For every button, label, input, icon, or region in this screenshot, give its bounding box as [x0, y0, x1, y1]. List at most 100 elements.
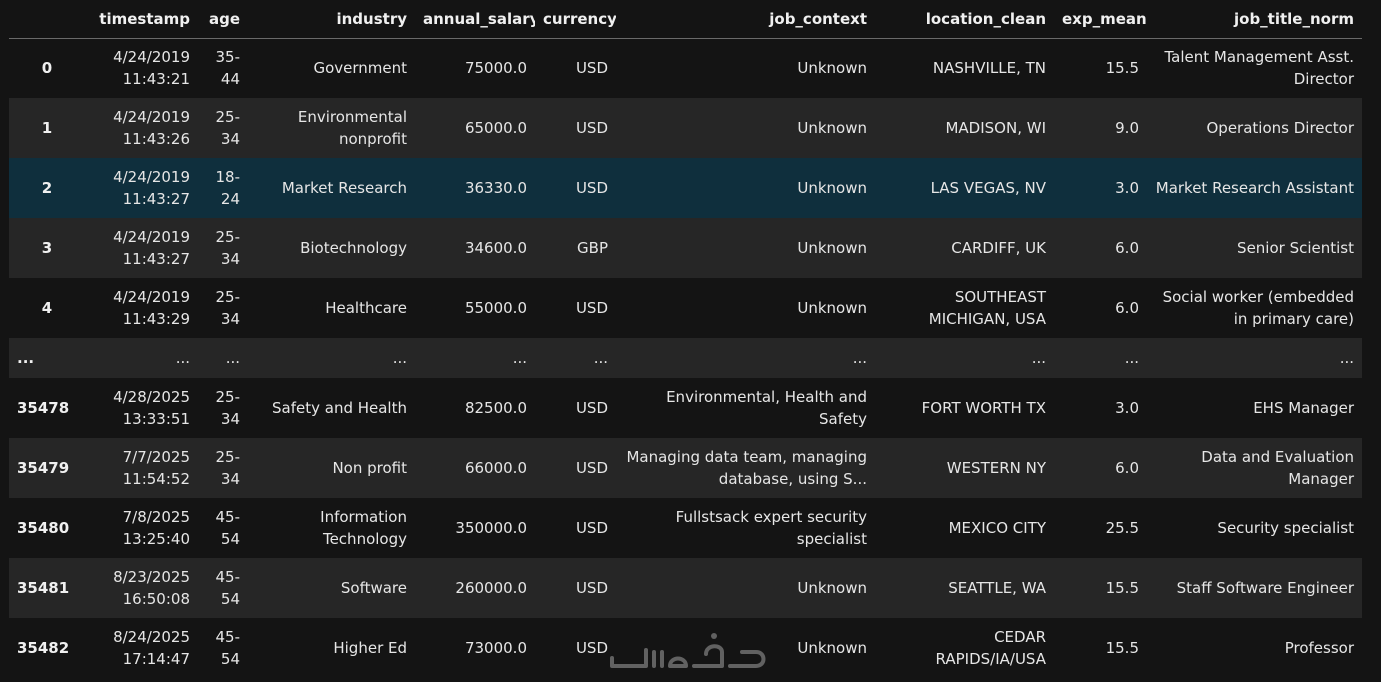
cell-job-title-norm: Operations Director: [1206, 119, 1355, 137]
cell-location-clean: ...: [1031, 349, 1046, 367]
column-header-index: [9, 0, 85, 39]
cell-age: 45-54: [215, 628, 241, 668]
cell-annual-salary: 82500.0: [464, 399, 527, 417]
cell-job-title-norm: EHS Manager: [1253, 399, 1354, 417]
table-header: timestamp age industry annual_salary currenc…: [9, 0, 1362, 39]
cell-currency: USD: [575, 459, 608, 477]
cell-age: 35-44: [215, 48, 241, 89]
table-row: 35479 7/7/2025 11:54:52 25-34 Non profit 660…: [9, 438, 1362, 498]
cell-timestamp: 4/28/2025 13:33:51: [113, 388, 190, 428]
cell-annual-salary: 65000.0: [464, 119, 527, 137]
cell-annual-salary: 36330.0: [464, 179, 527, 197]
cell-age: 25-34: [215, 288, 241, 328]
cell-job-title-norm: Senior Scientist: [1237, 239, 1354, 257]
cell-location-clean: SOUTHEAST MICHIGAN, USA: [928, 288, 1046, 328]
cell-job-title-norm: Talent Management Asst. Director: [1164, 48, 1354, 89]
cell-timestamp: 4/24/2019 11:43:26: [113, 108, 190, 148]
cell-location-clean: WESTERN NY: [946, 459, 1046, 477]
cell-timestamp: 7/7/2025 11:54:52: [122, 448, 190, 488]
cell-timestamp: 8/24/2025 17:14:47: [113, 628, 190, 668]
row-index: 35480: [17, 519, 70, 537]
cell-job-title-norm: ...: [1339, 349, 1354, 367]
cell-job-title-norm: Security specialist: [1217, 519, 1354, 537]
cell-currency: USD: [575, 399, 608, 417]
cell-currency: USD: [575, 299, 608, 317]
cell-job-context: Unknown: [797, 179, 867, 197]
cell-currency: USD: [575, 179, 608, 197]
column-header-timestamp: timestamp: [85, 0, 198, 39]
row-index: 1: [41, 119, 53, 137]
cell-job-title-norm: Social worker (embedded in primary care): [1162, 288, 1354, 328]
cell-age: 45-54: [215, 508, 241, 548]
cell-job-context: Unknown: [797, 119, 867, 137]
header-row: timestamp age industry annual_salary currenc…: [9, 0, 1362, 39]
cell-industry: ...: [392, 349, 407, 367]
cell-currency: USD: [575, 119, 608, 137]
cell-currency: ...: [593, 349, 608, 367]
column-header-location-clean: location_clean: [875, 0, 1054, 39]
row-index: 35479: [17, 459, 70, 477]
column-header-exp-mean: exp_mean: [1054, 0, 1147, 39]
column-header-age: age: [198, 0, 248, 39]
row-index: 3: [41, 239, 53, 257]
cell-annual-salary: 66000.0: [464, 459, 527, 477]
cell-age: 25-34: [215, 448, 241, 488]
cell-exp-mean: 6.0: [1115, 239, 1139, 257]
cell-industry: Healthcare: [325, 299, 407, 317]
cell-age: 18-24: [215, 168, 241, 208]
cell-currency: USD: [575, 579, 608, 597]
cell-currency: GBP: [577, 239, 608, 257]
cell-industry: Biotechnology: [300, 239, 407, 257]
cell-timestamp: ...: [175, 349, 190, 367]
ellipsis-row: ..............................: [9, 338, 1362, 378]
cell-exp-mean: 3.0: [1115, 179, 1139, 197]
table-row: 35480 7/8/2025 13:25:40 45-54 Information T…: [9, 498, 1362, 558]
cell-currency: USD: [575, 59, 608, 78]
cell-job-title-norm: Market Research Assistant: [1155, 179, 1354, 197]
cell-job-context: Unknown: [797, 579, 867, 597]
cell-annual-salary: 73000.0: [464, 639, 527, 657]
cell-industry: Information Technology: [320, 508, 407, 548]
cell-location-clean: CARDIFF, UK: [951, 239, 1046, 257]
cell-exp-mean: 6.0: [1115, 299, 1139, 317]
cell-job-title-norm: Data and Evaluation Manager: [1201, 448, 1354, 488]
cell-exp-mean: 15.5: [1105, 59, 1139, 78]
column-header-industry: industry: [248, 0, 415, 39]
cell-annual-salary: 260000.0: [455, 579, 527, 597]
cell-currency: USD: [575, 639, 608, 657]
table-row: 1 4/24/2019 11:43:26 25-34 Environmental no…: [9, 98, 1362, 158]
row-index: 35478: [17, 399, 70, 417]
column-header-currency: currency: [535, 0, 616, 39]
column-header-annual-salary: annual_salary: [415, 0, 535, 39]
table-row: 35478 4/28/2025 13:33:51 25-34 Safety and H…: [9, 378, 1362, 438]
cell-annual-salary: 350000.0: [455, 519, 527, 537]
cell-exp-mean: 3.0: [1115, 399, 1139, 417]
cell-age: 45-54: [215, 568, 241, 608]
column-header-job-title-norm: job_title_norm: [1147, 0, 1362, 39]
cell-industry: Market Research: [281, 179, 407, 197]
cell-job-title-norm: Staff Software Engineer: [1176, 579, 1354, 597]
cell-annual-salary: 75000.0: [464, 59, 527, 78]
cell-timestamp: 7/8/2025 13:25:40: [122, 508, 190, 548]
cell-age: ...: [225, 349, 240, 367]
row-index: 35482: [17, 639, 70, 657]
table-body: 0 4/24/2019 11:43:21 35-44 Government 75000.…: [9, 38, 1362, 678]
cell-location-clean: NASHVILLE, TN: [932, 59, 1046, 78]
cell-location-clean: LAS VEGAS, NV: [930, 179, 1046, 197]
cell-job-context: Unknown: [797, 239, 867, 257]
cell-annual-salary: ...: [512, 349, 527, 367]
cell-location-clean: MADISON, WI: [945, 119, 1046, 137]
cell-timestamp: 4/24/2019 11:43:27: [113, 168, 190, 208]
cell-job-title-norm: Professor: [1284, 639, 1354, 657]
cell-timestamp: 4/24/2019 11:43:21: [113, 48, 190, 89]
cell-exp-mean: 25.5: [1105, 519, 1139, 537]
cell-location-clean: CEDAR RAPIDS/IA/USA: [935, 628, 1046, 668]
cell-industry: Non profit: [332, 459, 407, 477]
cell-job-context: Managing data team, managing database, u…: [626, 448, 867, 488]
row-index: 4: [41, 299, 53, 317]
table-row: 0 4/24/2019 11:43:21 35-44 Government 75000.…: [9, 38, 1362, 98]
table-row: 2 4/24/2019 11:43:27 18-24 Market Research 3…: [9, 158, 1362, 218]
cell-job-context: ...: [852, 349, 867, 367]
dataframe-output: timestamp age industry annual_salary currenc…: [9, 0, 1362, 678]
cell-annual-salary: 34600.0: [464, 239, 527, 257]
